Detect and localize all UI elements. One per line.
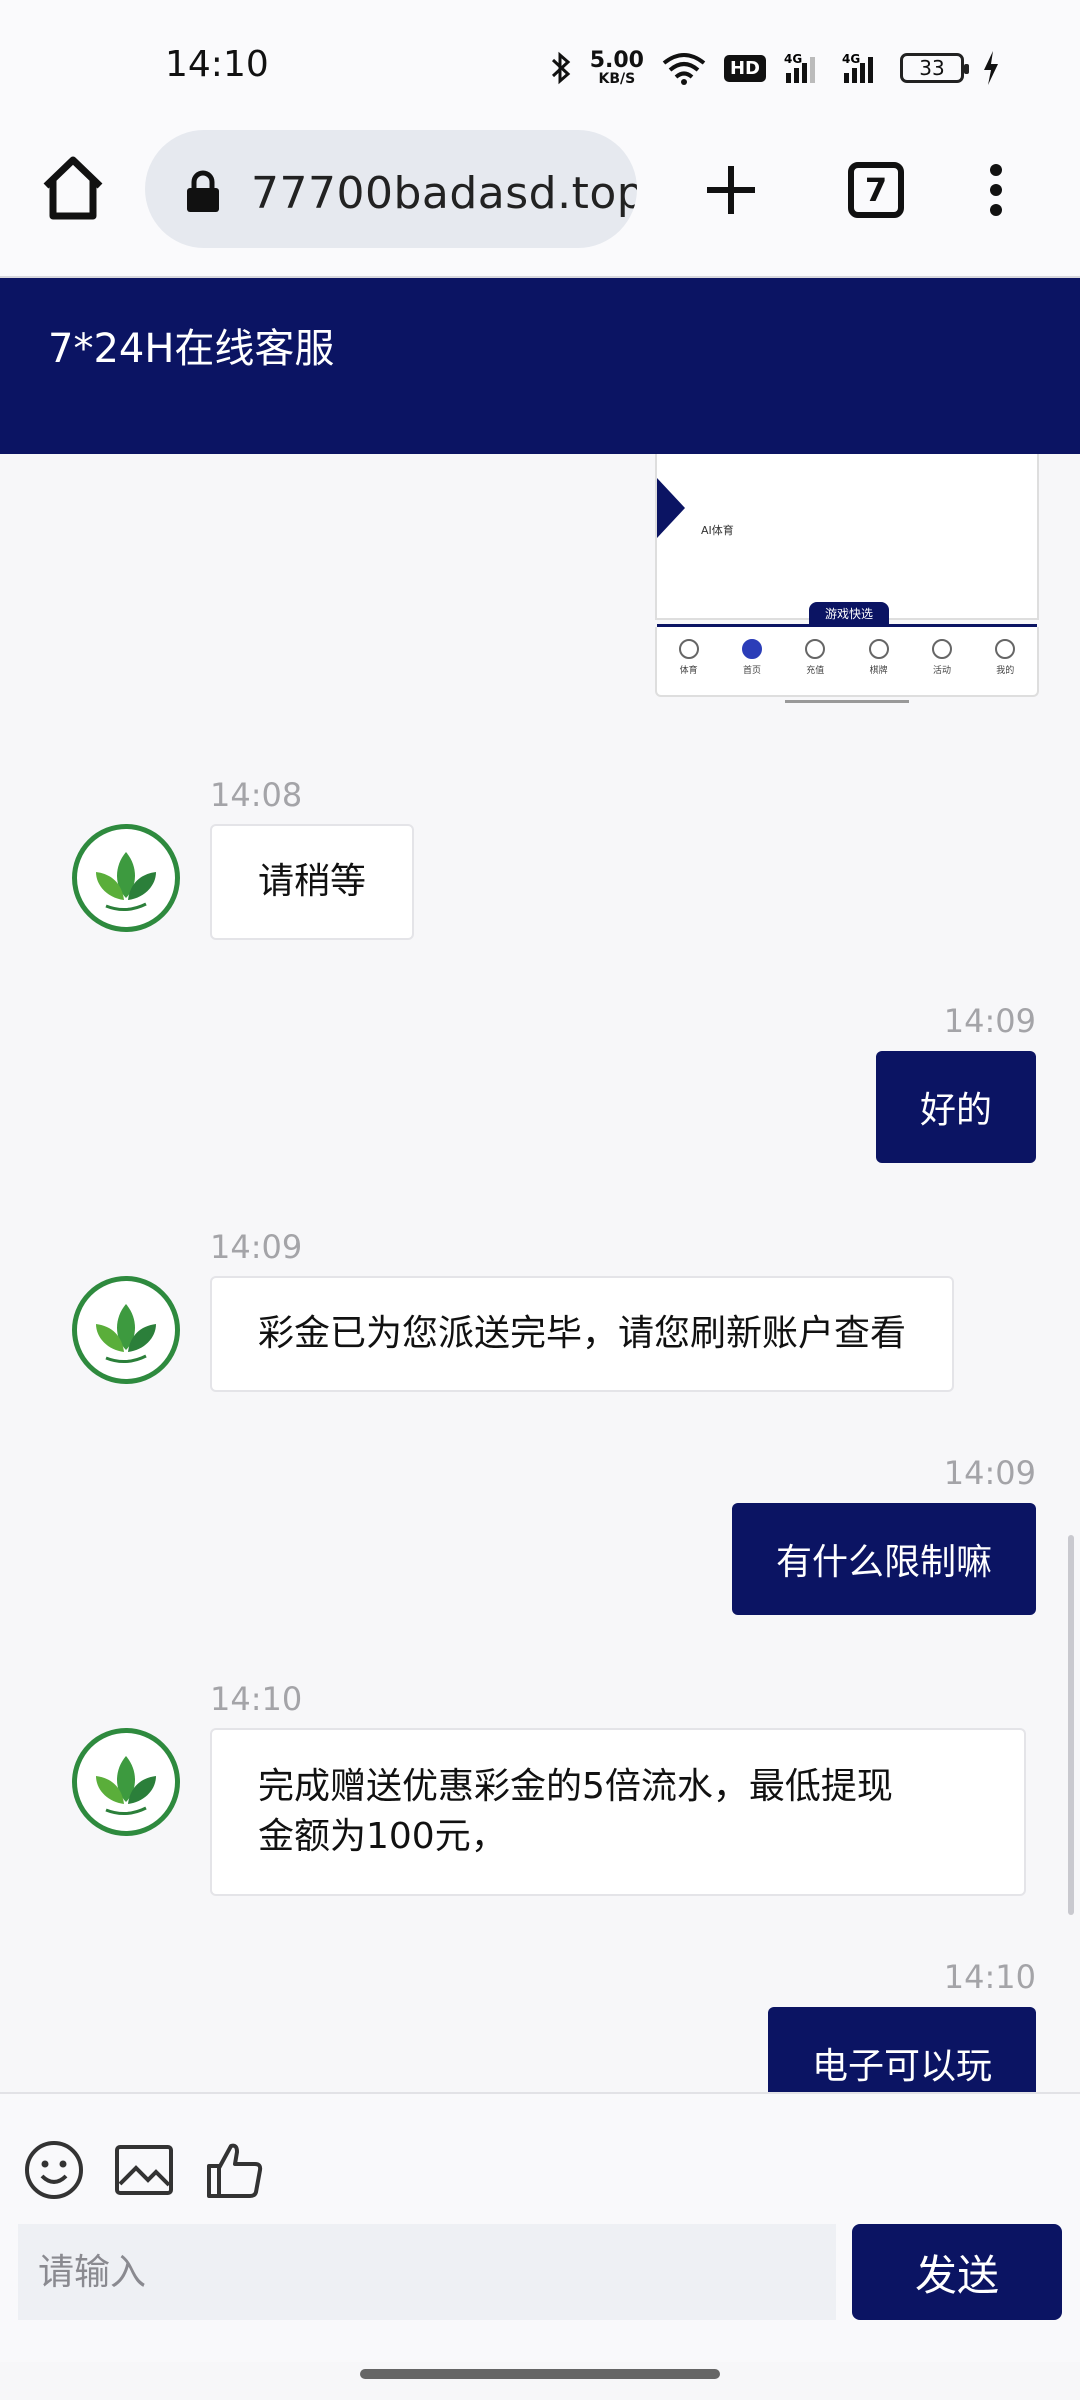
home-button[interactable] xyxy=(40,154,106,224)
agent-message: 完成赠送优惠彩金的5倍流水，最低提现 金额为100元， xyxy=(210,1728,1026,1896)
sports-icon xyxy=(678,639,699,659)
svg-text:4G: 4G xyxy=(784,52,802,66)
user-message: 电子可以玩 xyxy=(767,2007,1036,2092)
message-input[interactable] xyxy=(18,2224,836,2320)
shared-nav-item: 体育 xyxy=(678,639,699,695)
agent-message-line: 金额为100元， xyxy=(258,1816,507,1857)
browser-toolbar: 77700badasd.top 7 xyxy=(0,120,1080,278)
gesture-handle xyxy=(360,2369,720,2379)
chat-title: 7*24H在线客服 xyxy=(48,326,335,372)
plus-icon xyxy=(707,166,755,214)
shared-image-bar xyxy=(785,700,909,703)
user-message: 好的 xyxy=(875,1051,1036,1163)
agent-avatar xyxy=(72,1728,180,1836)
message-list[interactable]: AI体育 游戏快选 体育 首页 充值 棋牌 活动 我的 14:08 请稍等 14… xyxy=(0,454,1080,2092)
shared-image[interactable]: AI体育 游戏快选 xyxy=(655,454,1039,627)
shared-nav-item: 充值 xyxy=(805,639,826,695)
shared-nav-item: 我的 xyxy=(995,639,1016,695)
gift-icon xyxy=(931,639,952,659)
message-time: 14:09 xyxy=(210,1228,303,1266)
agent-message: 彩金已为您派送完毕，请您刷新账户查看 xyxy=(210,1276,955,1392)
thumbs-up-icon xyxy=(207,2143,263,2198)
charging-icon xyxy=(984,51,998,85)
speed-unit: KB/S xyxy=(598,71,636,87)
status-bar: 14:10 5.00 KB/S HD 4G 4G 33 xyxy=(0,0,1080,120)
like-button[interactable] xyxy=(203,2138,267,2206)
url-text: 77700badasd.top xyxy=(251,168,637,219)
shared-nav-item: 棋牌 xyxy=(868,639,889,695)
tab-switcher-button[interactable]: 7 xyxy=(848,162,904,218)
hd-voice-icon: HD xyxy=(723,54,766,82)
new-tab-button[interactable] xyxy=(703,162,759,222)
image-icon xyxy=(115,2145,173,2195)
cards-icon xyxy=(868,639,889,659)
message-time: 14:10 xyxy=(943,1958,1036,1996)
agent-avatar xyxy=(72,824,180,932)
shared-image-label: AI体育 xyxy=(701,524,734,537)
shared-nav-item: 首页 xyxy=(741,639,762,695)
profile-icon xyxy=(995,639,1016,659)
shared-nav-item: 活动 xyxy=(931,639,952,695)
menu-dot-icon xyxy=(990,204,1002,216)
leaf-logo-icon xyxy=(96,1756,156,1815)
smiley-icon xyxy=(25,2141,83,2199)
message-time: 14:09 xyxy=(943,1002,1036,1040)
message-time: 14:10 xyxy=(210,1680,303,1718)
network-speed: 5.00 KB/S xyxy=(589,48,644,87)
scrollbar[interactable] xyxy=(1068,1535,1074,1915)
chat-header: 7*24H在线客服 xyxy=(0,278,1080,454)
bluetooth-icon xyxy=(551,51,570,85)
svg-text:4G: 4G xyxy=(842,52,860,66)
menu-dot-icon xyxy=(990,184,1002,196)
speed-value: 5.00 xyxy=(589,48,644,73)
status-icons: 5.00 KB/S HD 4G 4G 33 xyxy=(550,40,1000,96)
leaf-logo-icon xyxy=(96,852,156,911)
address-bar[interactable]: 77700badasd.top xyxy=(145,130,637,248)
home-icon xyxy=(43,156,103,220)
shared-image-chip: 游戏快选 xyxy=(809,602,889,626)
menu-dot-icon xyxy=(990,164,1002,176)
more-menu-button[interactable] xyxy=(988,164,1004,220)
signal-4g-icon: 4G xyxy=(784,52,815,83)
shared-image-nav: 体育 首页 充值 棋牌 活动 我的 xyxy=(655,627,1039,697)
message-time: 14:09 xyxy=(943,1454,1036,1492)
lock-icon xyxy=(187,170,219,212)
send-button[interactable]: 发送 xyxy=(852,2224,1062,2320)
home-icon xyxy=(741,639,762,659)
signal-4g-icon-2: 4G xyxy=(842,52,873,83)
message-time: 14:08 xyxy=(210,776,303,814)
user-message: 有什么限制嘛 xyxy=(731,1503,1036,1615)
arrow-marker-icon xyxy=(657,478,685,538)
emoji-button[interactable] xyxy=(22,2138,86,2206)
agent-message: 请稍等 xyxy=(210,824,415,940)
status-time: 14:10 xyxy=(165,44,269,85)
input-area: 发送 xyxy=(0,2092,1080,2362)
leaf-logo-icon xyxy=(96,1304,156,1363)
wifi-icon xyxy=(662,53,706,85)
agent-message-line: 完成赠送优惠彩金的5倍流水，最低提现 xyxy=(258,1766,893,1807)
agent-avatar xyxy=(72,1276,180,1384)
battery-icon: 33 xyxy=(900,53,969,83)
image-button[interactable] xyxy=(112,2138,176,2206)
recharge-icon xyxy=(805,639,826,659)
